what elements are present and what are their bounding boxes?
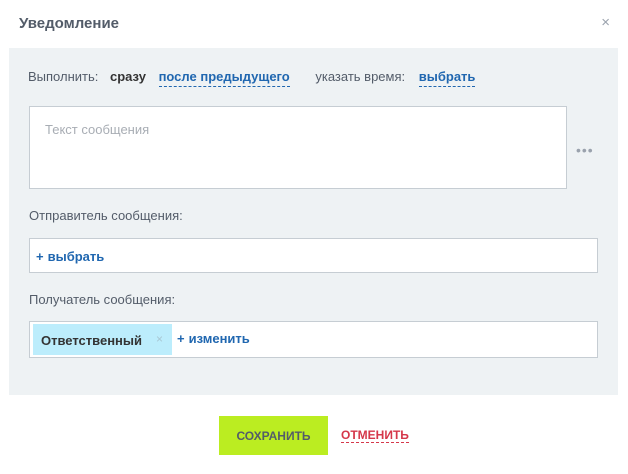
recipient-chip-label: Ответственный: [41, 333, 142, 348]
plus-icon: +: [36, 249, 44, 264]
time-select-link[interactable]: выбрать: [418, 69, 476, 87]
plus-icon: +: [177, 331, 185, 346]
sender-select-label: выбрать: [47, 249, 105, 264]
close-icon[interactable]: ×: [601, 15, 610, 30]
execute-row: Выполнить: сразу после предыдущего указа…: [28, 69, 476, 87]
execute-label: Выполнить:: [28, 69, 99, 84]
time-label: указать время:: [315, 69, 406, 84]
recipient-change-link[interactable]: + изменить: [177, 331, 250, 346]
more-icon[interactable]: •••: [576, 142, 594, 158]
settings-panel: Выполнить: сразу после предыдущего указа…: [9, 48, 618, 395]
sender-field: + выбрать: [29, 238, 598, 273]
save-button[interactable]: СОХРАНИТЬ: [219, 416, 328, 455]
recipient-label: Получатель сообщения:: [29, 292, 176, 307]
recipient-chip: Ответственный ×: [33, 324, 172, 355]
sender-select-link[interactable]: + выбрать: [36, 249, 104, 264]
dialog-title: Уведомление: [19, 15, 120, 32]
message-textarea[interactable]: Текст сообщения: [29, 106, 567, 189]
message-placeholder: Текст сообщения: [45, 122, 150, 137]
recipient-field: Ответственный × + изменить: [29, 321, 598, 358]
notification-dialog: Уведомление × Выполнить: сразу после пре…: [0, 0, 628, 474]
chip-remove-icon[interactable]: ×: [156, 332, 163, 346]
execute-after-previous-link[interactable]: после предыдущего: [158, 69, 290, 87]
recipient-change-label: изменить: [188, 331, 250, 346]
sender-label: Отправитель сообщения:: [29, 208, 183, 223]
cancel-button[interactable]: ОТМЕНИТЬ: [341, 429, 409, 443]
execute-now-option[interactable]: сразу: [110, 69, 146, 84]
